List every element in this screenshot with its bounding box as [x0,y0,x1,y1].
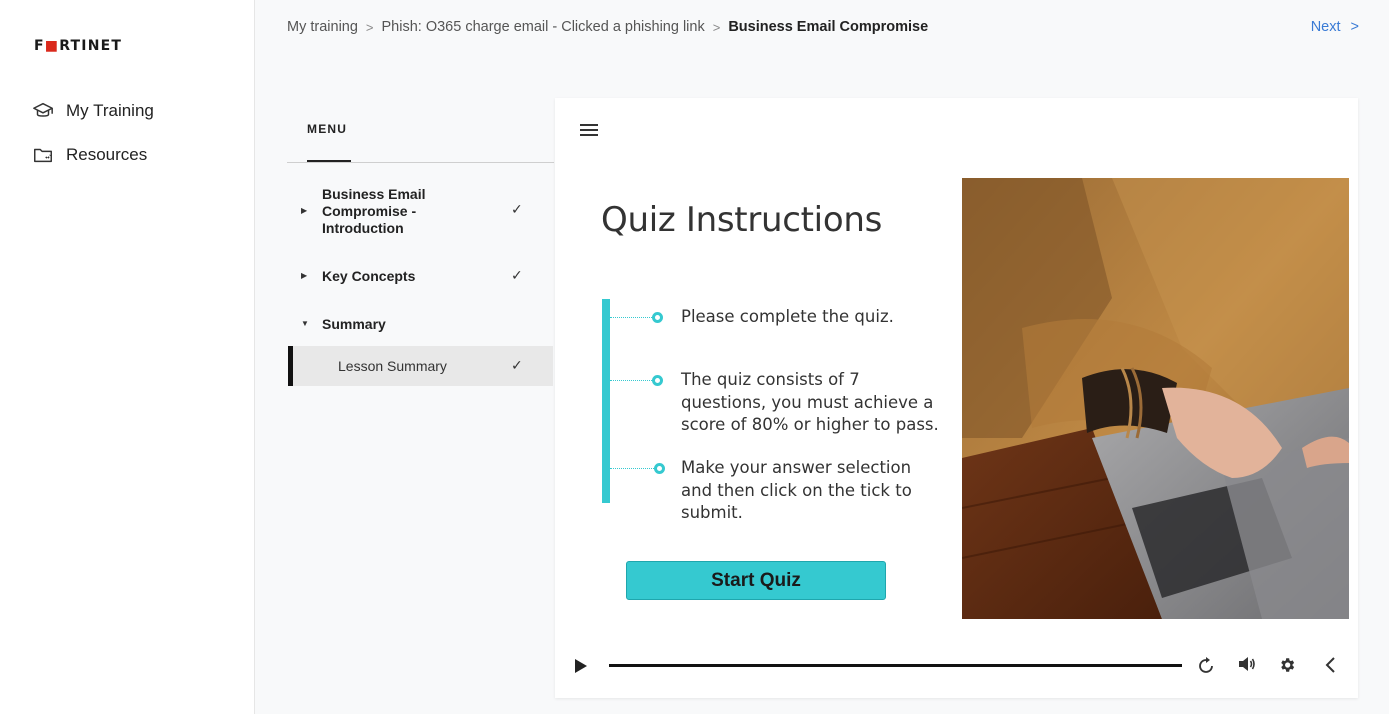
menu-sub-item-label: Lesson Summary [338,358,447,374]
next-label: Next [1310,19,1341,35]
bullet-text: Please complete the quiz. [681,307,894,326]
breadcrumb-phish-course[interactable]: Phish: O365 charge email - Clicked a phi… [382,19,705,35]
play-icon[interactable] [574,658,588,674]
timeline-bar [602,299,610,503]
slide-title: Quiz Instructions [601,200,882,240]
breadcrumb-my-training[interactable]: My training [287,19,358,35]
checkmark-icon: ✓ [511,357,523,373]
fortinet-logo[interactable]: F■RTINET [34,37,122,55]
caret-down-icon: ▼ [301,319,309,328]
caret-right-icon: ▶ [301,206,308,215]
left-sidebar: F■RTINET My Training Resources [0,0,255,714]
breadcrumb-separator: > [365,19,374,35]
folder-icon [34,148,52,163]
menu-item-label: Key Concepts [322,268,416,284]
breadcrumb: My training > Phish: O365 charge email -… [287,19,928,35]
menu-item-summary[interactable]: ▼ Summary [287,315,554,335]
menu-item-label: Summary [322,316,386,332]
lesson-menu: MENU ▶ Business Email Compromise - Intro… [287,98,554,698]
menu-item-key-concepts[interactable]: ▶ Key Concepts ✓ [287,267,554,287]
hamburger-menu-icon[interactable] [580,124,598,136]
progress-fill [609,664,1182,667]
bullet-ring-icon [652,312,663,323]
sidebar-item-label: Resources [66,145,148,164]
next-button[interactable]: Next > [1311,19,1359,35]
bullet-text: Make your answer selection and then clic… [681,458,912,522]
volume-icon[interactable] [1238,656,1256,672]
menu-divider [287,162,554,163]
menu-item-lesson-summary[interactable]: Lesson Summary ✓ [288,346,553,386]
bullet-ring-icon [652,375,663,386]
replay-icon[interactable] [1198,656,1214,674]
bullet-item: Make your answer selection and then clic… [610,458,912,522]
chevron-right-icon: > [1350,19,1359,35]
sidebar-item-resources[interactable]: Resources [32,144,147,166]
slide-card: Quiz Instructions Please complete the qu… [555,98,1358,698]
slide-photo [962,178,1349,619]
player-controls [555,648,1358,684]
checkmark-icon: ✓ [511,267,523,283]
graduation-cap-icon [33,102,53,117]
tab-menu[interactable]: MENU [307,122,347,136]
breadcrumb-current: Business Email Compromise [728,19,929,35]
checkmark-icon: ✓ [511,201,523,217]
sidebar-item-label: My Training [66,101,154,120]
bullet-item: The quiz consists of 7 questions, you mu… [610,370,939,434]
sidebar-item-my-training[interactable]: My Training [32,100,154,122]
bullet-item: Please complete the quiz. [610,307,894,326]
caret-right-icon: ▶ [301,271,308,280]
settings-icon[interactable] [1278,656,1296,674]
bullet-text: The quiz consists of 7 questions, you mu… [681,370,939,434]
collapse-icon[interactable] [1324,656,1336,674]
bullet-ring-icon [654,463,665,474]
breadcrumb-separator: > [712,19,721,35]
progress-bar[interactable] [609,664,1182,667]
menu-item-bec-introduction[interactable]: ▶ Business Email Compromise - Introducti… [287,186,554,238]
start-quiz-button[interactable]: Start Quiz [626,561,886,600]
menu-item-label: Business Email Compromise - Introduction [322,186,426,236]
